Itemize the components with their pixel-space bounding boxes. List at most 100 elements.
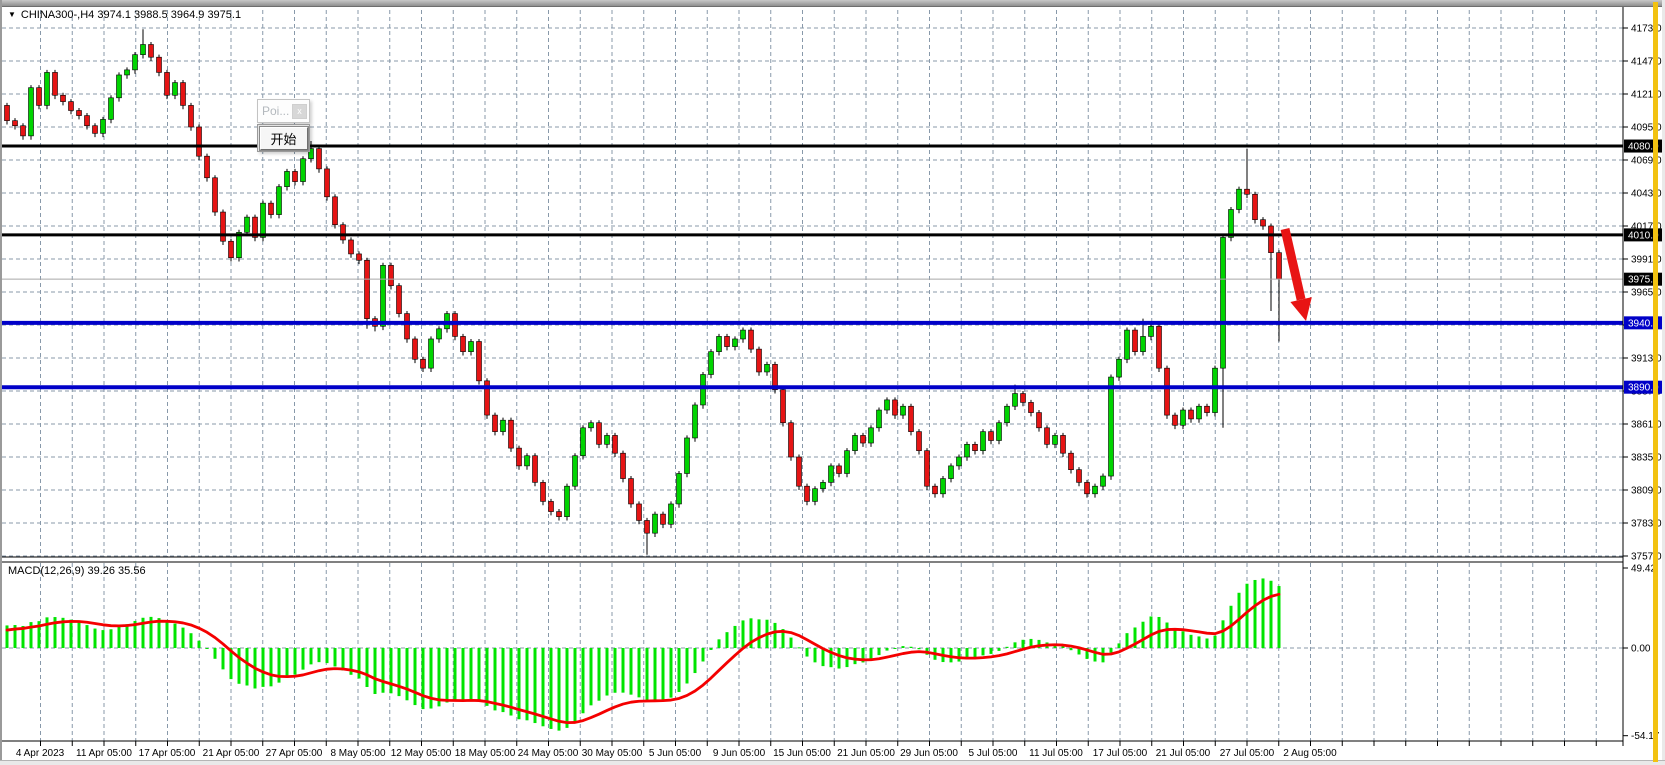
candle xyxy=(1173,415,1178,425)
collapse-arrow-icon[interactable]: ▼ xyxy=(8,11,16,19)
macd-indicator-label: MACD(12,26,9) 39.26 35.56 xyxy=(8,565,146,577)
candle xyxy=(1069,453,1074,470)
candle xyxy=(45,72,50,105)
candle xyxy=(1157,326,1162,368)
candle xyxy=(653,514,658,533)
candle xyxy=(533,456,538,483)
svg-text:21 Apr 05:00: 21 Apr 05:00 xyxy=(203,748,260,759)
candle xyxy=(1261,220,1266,226)
candle xyxy=(397,286,402,314)
candle xyxy=(637,504,642,521)
candle xyxy=(1165,368,1170,415)
popup-titlebar[interactable]: Poi... x xyxy=(257,99,310,123)
candle xyxy=(965,444,970,457)
candle xyxy=(1093,486,1098,494)
candle xyxy=(757,349,762,372)
candle xyxy=(1013,394,1018,407)
candle xyxy=(685,438,690,474)
svg-text:2 Aug 05:00: 2 Aug 05:00 xyxy=(1283,748,1337,759)
candle xyxy=(557,512,562,517)
svg-text:17 Jul 05:00: 17 Jul 05:00 xyxy=(1093,748,1148,759)
candle xyxy=(741,330,746,339)
candle xyxy=(349,240,354,254)
candle xyxy=(325,169,330,197)
candle xyxy=(837,466,842,474)
candle xyxy=(205,156,210,178)
candle xyxy=(949,466,954,479)
candle xyxy=(1189,410,1194,419)
candle xyxy=(661,514,666,524)
candle xyxy=(517,448,522,466)
candle xyxy=(1141,336,1146,351)
candle xyxy=(709,352,714,375)
candle xyxy=(605,435,610,444)
candle xyxy=(725,336,730,346)
candle xyxy=(733,339,738,347)
candle xyxy=(885,400,890,410)
candle xyxy=(573,456,578,486)
candle xyxy=(989,432,994,441)
candle xyxy=(453,314,458,337)
candle xyxy=(781,390,786,423)
candle xyxy=(77,111,82,116)
candle xyxy=(901,406,906,415)
candle xyxy=(389,265,394,285)
candle xyxy=(125,70,130,75)
candle xyxy=(141,45,146,55)
candle xyxy=(1005,406,1010,423)
candle xyxy=(333,197,338,225)
candle xyxy=(893,400,898,415)
window-top-frame xyxy=(0,0,1665,7)
candle xyxy=(157,57,162,72)
candle xyxy=(117,75,122,98)
date-axis: 4 Apr 202311 Apr 05:0017 Apr 05:0021 Apr… xyxy=(16,748,1337,759)
candle xyxy=(301,159,306,182)
candle xyxy=(365,260,370,318)
candle xyxy=(1253,194,1258,219)
candle xyxy=(917,432,922,451)
close-icon[interactable]: x xyxy=(292,104,307,119)
svg-text:27 Apr 05:00: 27 Apr 05:00 xyxy=(266,748,323,759)
candle xyxy=(69,102,74,111)
trading-chart-window: 4173.04147.04121.04095.04069.04043.04017… xyxy=(0,0,1665,765)
candle xyxy=(197,127,202,156)
candle xyxy=(925,451,930,487)
candle xyxy=(213,178,218,212)
candle xyxy=(1237,189,1242,209)
candle xyxy=(1029,402,1034,412)
candle xyxy=(861,435,866,443)
candle xyxy=(181,83,186,106)
candle xyxy=(525,456,530,466)
svg-text:11 Apr 05:00: 11 Apr 05:00 xyxy=(76,748,132,759)
start-button[interactable]: 开始 xyxy=(260,127,308,150)
candle xyxy=(1125,330,1130,359)
candle xyxy=(509,420,514,448)
popup-body: 开始 xyxy=(257,124,310,152)
candle xyxy=(37,88,42,106)
candle xyxy=(1229,210,1234,238)
candle xyxy=(413,339,418,359)
candle xyxy=(1053,435,1058,444)
candle xyxy=(597,423,602,445)
candle xyxy=(5,105,10,120)
candle xyxy=(1269,226,1274,253)
candle xyxy=(437,329,442,339)
candle xyxy=(101,119,106,133)
candle xyxy=(1133,330,1138,352)
candle xyxy=(93,126,98,134)
candle xyxy=(1181,410,1186,425)
candle xyxy=(1117,359,1122,377)
candle xyxy=(133,55,138,70)
svg-text:24 May 05:00: 24 May 05:00 xyxy=(518,748,579,759)
window-bottom-frame xyxy=(0,760,1665,765)
window-left-frame xyxy=(0,0,2,765)
candle xyxy=(909,406,914,431)
candle xyxy=(221,212,226,241)
candle xyxy=(629,479,634,504)
candle xyxy=(1101,476,1106,486)
candle xyxy=(973,444,978,450)
candle xyxy=(613,435,618,453)
candle xyxy=(261,203,266,237)
candle xyxy=(293,171,298,181)
candle xyxy=(941,479,946,494)
